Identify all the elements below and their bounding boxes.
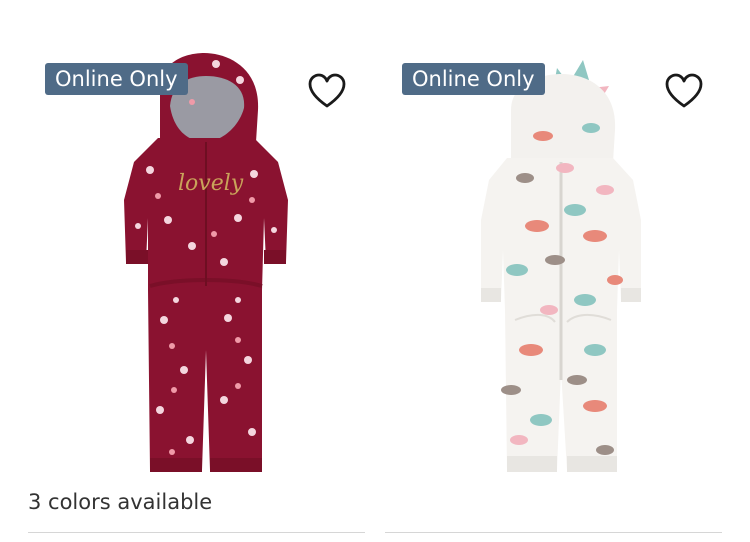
- product-grid: Online Only lovely 3 colors available On…: [0, 0, 750, 542]
- divider: [385, 532, 722, 533]
- product-card[interactable]: Online Only lovely 3 colors available: [28, 0, 365, 542]
- heart-icon[interactable]: [308, 73, 346, 109]
- online-only-badge: Online Only: [45, 63, 188, 95]
- product-image-floral-jumpsuit[interactable]: lovely: [88, 50, 308, 480]
- online-only-badge: Online Only: [402, 63, 545, 95]
- heart-icon[interactable]: [665, 73, 703, 109]
- svg-text:lovely: lovely: [178, 171, 244, 196]
- divider: [28, 532, 365, 533]
- product-card[interactable]: Online Only: [385, 0, 722, 542]
- colors-available-text[interactable]: 3 colors available: [28, 490, 212, 514]
- product-image-dinosaur-jumpsuit[interactable]: [445, 50, 665, 480]
